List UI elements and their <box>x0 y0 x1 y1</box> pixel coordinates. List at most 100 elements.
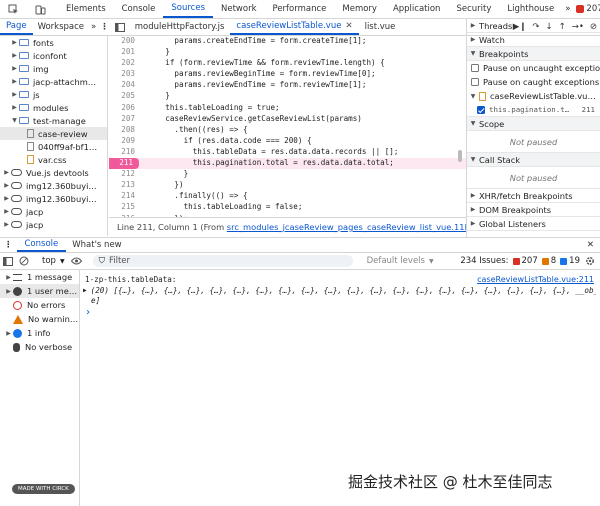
code-line[interactable]: 206 this.tableLoading = true; <box>109 103 466 114</box>
tab-sources[interactable]: Sources <box>163 0 213 18</box>
line-number[interactable]: 209 <box>109 136 141 147</box>
tree-item[interactable]: ▶ fonts <box>0 36 107 49</box>
breakpoint-marker[interactable]: 211 <box>109 158 139 170</box>
editor-tab-casereviewlisttable[interactable]: caseReviewListTable.vue ✕ <box>230 19 359 35</box>
more-tabs-button[interactable]: » <box>562 0 573 18</box>
code-line[interactable]: 211 this.pagination.total = res.data.dat… <box>109 158 466 170</box>
source-map-link[interactable]: src_modules_jcaseReview_pages_caseReview… <box>227 222 466 232</box>
issues-counter[interactable]: 234 Issues: 207 8 19 <box>460 256 580 266</box>
line-number[interactable]: 213 <box>109 180 141 191</box>
nav-tab-page[interactable]: Page <box>0 19 33 35</box>
code-line[interactable]: 213 }) <box>109 180 466 191</box>
line-number[interactable]: 208 <box>109 125 141 136</box>
toggle-navigator-icon[interactable] <box>111 19 129 35</box>
pause-exception-checkbox[interactable]: Pause on uncaught exceptions <box>467 61 600 75</box>
log-message[interactable]: 1-zp-this.tableData: caseReviewListTable… <box>81 274 600 285</box>
chevron-right-icon[interactable]: ▶ <box>10 91 19 98</box>
tab-console[interactable]: Console <box>114 0 164 18</box>
line-number[interactable]: 200 <box>109 36 141 47</box>
tree-item[interactable]: 040ff9af-bf1… <box>0 140 107 153</box>
error-counter[interactable]: 207 <box>573 0 600 18</box>
sidebar-toggle-icon[interactable] <box>0 256 16 266</box>
chevron-right-icon[interactable]: ▶ <box>10 104 19 111</box>
line-number[interactable]: 210 <box>109 147 141 158</box>
chevron-right-icon[interactable]: ▶ <box>10 52 19 59</box>
editor-tab-modulehttpfactory[interactable]: moduleHttpFactory.js <box>129 19 231 35</box>
line-number[interactable]: 214 <box>109 191 141 202</box>
chevron-down-icon[interactable]: ▼ <box>10 117 19 124</box>
code-line[interactable]: 210 this.tableData = res.data.data.recor… <box>109 147 466 158</box>
code-line[interactable]: 208 .then((res) => { <box>109 125 466 136</box>
debugger-section-watch[interactable]: ▶ Watch <box>467 33 600 47</box>
checkbox[interactable] <box>471 64 479 72</box>
line-number[interactable]: 206 <box>109 103 141 114</box>
line-number[interactable]: 203 <box>109 69 141 80</box>
debugger-section-call-stack[interactable]: ▼ Call Stack <box>467 153 600 167</box>
debugger-section-scope[interactable]: ▼ Scope <box>467 117 600 131</box>
checkbox[interactable] <box>477 105 485 114</box>
tree-item[interactable]: ▶ img12.360buyi… <box>0 179 107 192</box>
tree-item[interactable]: case-review <box>0 127 107 140</box>
breakpoint-entry[interactable]: this.pagination.t… 211 <box>467 103 600 117</box>
console-sidebar-item[interactable]: ▶ 1 message <box>0 270 79 284</box>
log-levels-dropdown[interactable]: Default levels ▼ <box>367 256 434 266</box>
console-sidebar-item[interactable]: No verbose <box>0 340 79 354</box>
chevron-right-icon[interactable]: ▶ <box>2 182 11 189</box>
line-number[interactable]: 204 <box>109 80 141 91</box>
tree-item[interactable]: ▶ modules <box>0 101 107 114</box>
console-sidebar-item[interactable]: ▶ 1 user me… <box>0 284 79 298</box>
line-number[interactable]: 215 <box>109 202 141 213</box>
code-line[interactable]: 205 } <box>109 91 466 102</box>
tree-item[interactable]: ▶ js <box>0 88 107 101</box>
code-line[interactable]: 209 if (res.data.code === 200) { <box>109 136 466 147</box>
clear-console-icon[interactable] <box>16 256 32 266</box>
close-drawer-icon[interactable]: ✕ <box>581 238 600 252</box>
chevron-right-icon[interactable]: ▶ <box>10 78 19 85</box>
tree-item[interactable]: ▶ img12.360buyi… <box>0 192 107 205</box>
code-line[interactable]: 215 this.tableLoading = false; <box>109 202 466 213</box>
line-number[interactable]: 205 <box>109 91 141 102</box>
console-sidebar-item[interactable]: No warnin… <box>0 312 79 326</box>
nav-menu-icon[interactable]: ⋮ <box>98 19 111 35</box>
editor-tab-list-vue[interactable]: list.vue <box>359 19 402 35</box>
chevron-right-icon[interactable]: ▶ <box>2 195 11 202</box>
editor-scrollbar[interactable] <box>458 150 462 162</box>
debugger-section-breakpoints[interactable]: ▼ Breakpoints <box>467 47 600 61</box>
tab-network[interactable]: Network <box>213 0 265 18</box>
context-selector[interactable]: top ▼ <box>42 256 65 266</box>
chevron-right-icon[interactable]: ▶ <box>2 169 11 176</box>
live-expression-eye-icon[interactable] <box>65 257 89 265</box>
line-number[interactable]: 212 <box>109 169 141 180</box>
log-source-link[interactable]: caseReviewListTable.vue:211 <box>477 275 594 284</box>
tree-item[interactable]: ▶ jacp <box>0 205 107 218</box>
debugger-section-dom-breakpoints[interactable]: ▶ DOM Breakpoints <box>467 203 600 217</box>
chevron-right-icon[interactable]: ▶ <box>10 65 19 72</box>
tree-item[interactable]: ▼ test-manage <box>0 114 107 127</box>
tree-item[interactable]: var.css <box>0 153 107 166</box>
tree-item[interactable]: ▶ jacp <box>0 218 107 231</box>
debugger-section-global-listeners[interactable]: ▶ Global Listeners <box>467 217 600 231</box>
nav-tab-workspace[interactable]: Workspace <box>33 19 89 35</box>
code-line[interactable]: 207 caseReviewService.getCaseReviewList(… <box>109 114 466 125</box>
code-line[interactable]: 212 } <box>109 169 466 180</box>
code-line[interactable]: 203 params.reviewBeginTime = form.review… <box>109 69 466 80</box>
chevron-right-icon[interactable]: ▶ <box>2 208 11 215</box>
console-sidebar-item[interactable]: ▶ 1 info <box>0 326 79 340</box>
debugger-section-threads[interactable]: ▶ Threads <box>467 19 600 33</box>
console-prompt[interactable]: › <box>81 307 600 323</box>
drawer-menu-icon[interactable]: ⋮ <box>0 238 17 252</box>
console-filter-input[interactable]: ⛉ Filter <box>92 255 353 267</box>
console-settings-gear-icon[interactable] <box>580 256 600 266</box>
device-toolbar-icon[interactable] <box>27 0 54 18</box>
drawer-tab-whats-new[interactable]: What's new <box>66 238 127 252</box>
tab-elements[interactable]: Elements <box>58 0 114 18</box>
expand-triangle-icon[interactable]: ▶ <box>83 287 87 294</box>
chevron-right-icon[interactable]: ▶ <box>2 221 11 228</box>
console-sidebar-item[interactable]: No errors <box>0 298 79 312</box>
close-tab-icon[interactable]: ✕ <box>345 21 352 31</box>
tree-item[interactable]: ▶ Vue.js devtools <box>0 166 107 179</box>
tree-item[interactable]: ▶ jacp-attachm… <box>0 75 107 88</box>
chevron-right-icon[interactable]: ▶ <box>10 39 19 46</box>
pause-exception-checkbox[interactable]: Pause on caught exceptions <box>467 75 600 89</box>
checkbox[interactable] <box>471 78 479 86</box>
